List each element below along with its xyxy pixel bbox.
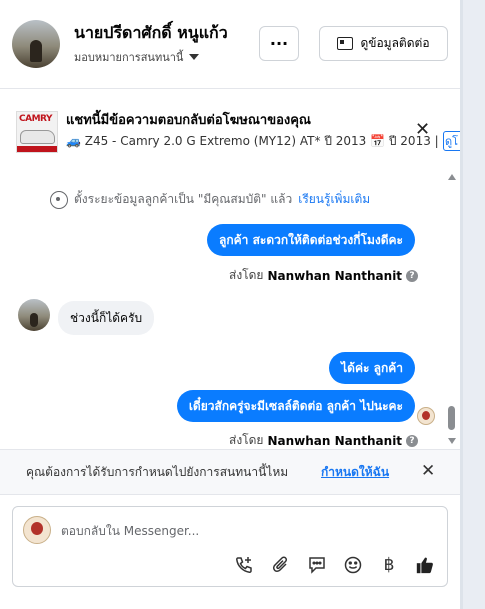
ad-thumbnail[interactable]: CAMRY: [16, 111, 58, 153]
scroll-up-arrow-icon[interactable]: [448, 174, 456, 180]
scroll-down-arrow-icon[interactable]: [448, 438, 456, 444]
sent-by-prefix: ส่งโดย: [229, 268, 264, 282]
reply-composer: ฿: [12, 506, 448, 587]
ad-banner-title: แชทนี้มีข้อความตอบกลับต่อโฆษณาของคุณ: [66, 113, 311, 128]
learn-more-link[interactable]: เรียนรู้เพิ่มเติม: [298, 190, 370, 209]
help-icon[interactable]: ?: [406, 434, 419, 447]
view-ad-button[interactable]: ดูโ: [443, 131, 460, 151]
side-panel-edge: [460, 0, 485, 609]
call-add-icon[interactable]: [234, 555, 254, 575]
outgoing-message[interactable]: เดี๋ยวสักครู่จะมีเซลล์ติดต่อ ลูกค้า ไปนะ…: [176, 390, 415, 422]
caret-down-icon: [189, 54, 200, 60]
like-icon[interactable]: [415, 555, 435, 575]
outgoing-message[interactable]: ลูกค้า สะดวกให้ติดต่อช่วงกี่โมงดีคะ: [207, 224, 415, 256]
conversation-panel: นายปรีดาศักดิ์ หนูแก้ว มอบหมายการสนทนานี…: [0, 0, 460, 609]
contact-card-icon: [337, 37, 354, 50]
message-thread: ตั้งระยะข้อมูลลูกค้าเป็น "มีคุณสมบัติ" แ…: [0, 168, 460, 448]
view-contact-label: ดูข้อมูลติดต่อ: [360, 36, 430, 50]
thumbnail-stripe: [17, 146, 57, 152]
contact-avatar-small[interactable]: [18, 299, 50, 331]
assign-prompt-text: คุณต้องการได้รับการกำหนดไปยังการสนทนานี้…: [26, 465, 289, 479]
more-icon: ···: [269, 34, 289, 53]
system-note: ตั้งระยะข้อมูลลูกค้าเป็น "มีคุณสมบัติ" แ…: [50, 190, 370, 209]
ad-banner-subtitle: 🚙 Z45 - Camry 2.0 G Extremo (MY12) AT* ป…: [66, 134, 438, 148]
assign-prompt-bar: คุณต้องการได้รับการกำหนดไปยังการสนทนานี้…: [0, 449, 460, 495]
assign-dropdown[interactable]: มอบหมายการสนทนานี้: [74, 48, 200, 66]
sent-by-label: ส่งโดย Nanwhan Nanthanit ?: [229, 266, 419, 285]
scrollbar-thumb[interactable]: [448, 406, 455, 430]
emoji-icon[interactable]: [343, 555, 363, 575]
ad-reply-banner: CAMRY แชทนี้มีข้อความตอบกลับต่อโฆษณาของค…: [0, 89, 460, 167]
view-contact-button[interactable]: ดูข้อมูลติดต่อ: [319, 26, 448, 61]
paperclip-icon[interactable]: [271, 555, 291, 575]
close-icon[interactable]: ✕: [421, 461, 435, 481]
car-image: [20, 130, 55, 144]
outgoing-message[interactable]: ได้ค่ะ ลูกค้า: [329, 352, 415, 384]
message-scrollbar[interactable]: [447, 168, 457, 448]
sender-name: Nanwhan Nanthanit: [267, 268, 403, 283]
baht-icon[interactable]: ฿: [379, 555, 399, 575]
saved-reply-icon[interactable]: [307, 555, 327, 575]
page-avatar: [23, 516, 51, 544]
close-icon[interactable]: ✕: [415, 119, 430, 140]
ad-thumbnail-text: CAMRY: [19, 114, 52, 124]
assign-label: มอบหมายการสนทนานี้: [74, 51, 184, 64]
conversation-header: นายปรีดาศักดิ์ หนูแก้ว มอบหมายการสนทนานี…: [0, 0, 460, 89]
sent-by-label: ส่งโดย Nanwhan Nanthanit ?: [229, 431, 419, 450]
system-note-text: ตั้งระยะข้อมูลลูกค้าเป็น "มีคุณสมบัติ" แ…: [74, 192, 293, 206]
sent-by-prefix: ส่งโดย: [229, 433, 264, 447]
incoming-message[interactable]: ช่วงนี้ก็ได้ครับ: [58, 301, 155, 335]
sender-name: Nanwhan Nanthanit: [267, 433, 403, 448]
help-icon[interactable]: ?: [406, 269, 419, 282]
seen-avatar: [417, 407, 435, 425]
contact-avatar[interactable]: [12, 20, 60, 68]
atom-icon: [50, 190, 68, 209]
assign-to-me-link[interactable]: กำหนดให้ฉัน: [321, 463, 389, 482]
more-options-button[interactable]: ···: [259, 26, 299, 61]
contact-name[interactable]: นายปรีดาศักดิ์ หนูแก้ว: [74, 21, 228, 46]
reply-input[interactable]: [61, 522, 361, 540]
panel-divider: [460, 0, 463, 609]
